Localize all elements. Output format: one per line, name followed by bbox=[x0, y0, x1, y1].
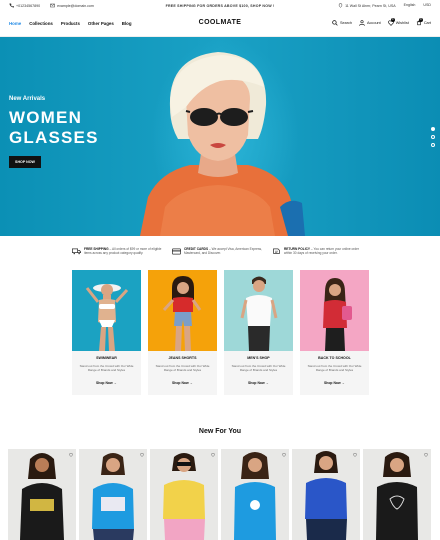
heart-icon[interactable] bbox=[353, 453, 357, 457]
hero-shop-now-button[interactable]: SHOP NOW bbox=[9, 156, 41, 168]
heart-icon[interactable] bbox=[140, 453, 144, 457]
category-photo-school bbox=[323, 278, 352, 351]
product-image bbox=[376, 452, 418, 540]
hero-model-image bbox=[140, 52, 305, 236]
cart-button[interactable]: 0 Cart bbox=[416, 18, 431, 26]
wishlist-button[interactable]: 0 Wishlist bbox=[387, 18, 409, 26]
language-select[interactable]: English bbox=[404, 3, 416, 8]
category-desc: Stand out from the Crowd with Our Wide R… bbox=[155, 364, 210, 372]
product-card[interactable] bbox=[292, 449, 360, 540]
product-card[interactable] bbox=[8, 449, 76, 540]
slider-dot-2[interactable] bbox=[431, 135, 435, 139]
category-image bbox=[224, 270, 293, 351]
category-name[interactable]: JEANS SHORTS bbox=[148, 356, 217, 360]
shop-now-label: Shop Now bbox=[324, 381, 341, 385]
category-shop-now-link[interactable]: Shop Now → bbox=[300, 381, 369, 385]
slider-dot-3[interactable] bbox=[431, 143, 435, 147]
feature-return-policy: RETURN POLICY – You can return your onli… bbox=[272, 247, 367, 256]
category-photo-men bbox=[240, 276, 278, 351]
feature-title: RETURN POLICY bbox=[284, 247, 311, 251]
category-name[interactable]: SWIMWEAR bbox=[72, 356, 141, 360]
heart-icon[interactable] bbox=[211, 453, 215, 457]
location-icon bbox=[338, 3, 343, 8]
wishlist-label: Wishlist bbox=[395, 21, 409, 25]
cart-count-badge: 0 bbox=[418, 18, 423, 22]
cart-label: Cart bbox=[423, 21, 431, 25]
top-bar: +01234567890 example@domain.com FREE SHI… bbox=[0, 0, 440, 12]
hero-banner[interactable]: New Arrivals WOMEN GLASSES SHOP NOW bbox=[0, 37, 440, 236]
category-photo-jeans bbox=[162, 276, 202, 351]
slider-dot-1[interactable] bbox=[431, 127, 435, 131]
category-card-swimwear[interactable]: SWIMWEAR Stand out from the Crowd with O… bbox=[72, 270, 141, 395]
user-icon bbox=[359, 20, 365, 26]
product-card[interactable] bbox=[150, 449, 218, 540]
slider-dots bbox=[431, 127, 435, 147]
heart-icon[interactable] bbox=[69, 453, 73, 457]
account-label: Account bbox=[367, 21, 381, 25]
feature-credit-cards: CREDIT CARDS – We accept Visa, American … bbox=[172, 247, 267, 256]
currency-select[interactable]: USD bbox=[423, 3, 431, 8]
product-card[interactable] bbox=[79, 449, 147, 540]
heart-icon[interactable] bbox=[424, 453, 428, 457]
category-image bbox=[300, 270, 369, 351]
wishlist-count-badge: 0 bbox=[390, 18, 395, 22]
hero-subtitle: New Arrivals bbox=[9, 96, 46, 102]
category-card-jeans-shorts[interactable]: JEANS SHORTS Stand out from the Crowd wi… bbox=[148, 270, 217, 395]
category-image bbox=[148, 270, 217, 351]
hero-title: WOMEN GLASSES bbox=[9, 108, 99, 147]
category-shop-now-link[interactable]: Shop Now → bbox=[72, 381, 141, 385]
shop-now-label: Shop Now bbox=[172, 381, 189, 385]
category-shop-now-link[interactable]: Shop Now → bbox=[148, 381, 217, 385]
search-icon bbox=[332, 20, 338, 26]
category-name[interactable]: BACK TO SCHOOL bbox=[300, 356, 369, 360]
shop-now-label: Shop Now bbox=[248, 381, 265, 385]
address-text: 11 Wall St Ahmr, Pearn St, USA bbox=[345, 3, 396, 8]
truck-icon bbox=[72, 248, 81, 255]
product-card[interactable] bbox=[363, 449, 431, 540]
category-card-mens-shop[interactable]: MEN'S SHOP Stand out from the Crowd with… bbox=[224, 270, 293, 395]
category-desc: Stand out from the Crowd with Our Wide R… bbox=[307, 364, 362, 372]
product-image bbox=[20, 453, 64, 540]
credit-card-icon bbox=[172, 248, 181, 255]
feature-title: FREE SHIPPING bbox=[84, 247, 109, 251]
store-address[interactable]: 11 Wall St Ahmr, Pearn St, USA bbox=[338, 3, 396, 8]
return-icon bbox=[273, 248, 280, 254]
product-image bbox=[305, 451, 347, 540]
product-image bbox=[234, 452, 276, 540]
account-button[interactable]: Account bbox=[359, 20, 381, 26]
main-header: Home Collections Products Other Pages Bl… bbox=[0, 12, 440, 37]
features-row: FREE SHIPPING – All orders of $99 or mor… bbox=[0, 247, 440, 261]
category-name[interactable]: MEN'S SHOP bbox=[224, 356, 293, 360]
shop-now-label: Shop Now bbox=[96, 381, 113, 385]
category-card-back-to-school[interactable]: BACK TO SCHOOL Stand out from the Crowd … bbox=[300, 270, 369, 395]
new-for-you-title: New For You bbox=[198, 428, 242, 435]
category-shop-now-link[interactable]: Shop Now → bbox=[224, 381, 293, 385]
search-label: Search bbox=[339, 21, 352, 25]
search-button[interactable]: Search bbox=[332, 20, 352, 26]
category-photo-swimwear bbox=[85, 284, 129, 351]
product-card[interactable] bbox=[221, 449, 289, 540]
product-image bbox=[163, 453, 205, 540]
category-desc: Stand out from the Crowd with Our Wide R… bbox=[79, 364, 134, 372]
product-image bbox=[92, 453, 134, 540]
category-image bbox=[72, 270, 141, 351]
category-desc: Stand out from the Crowd with Our Wide R… bbox=[231, 364, 286, 372]
feature-free-shipping: FREE SHIPPING – All orders of $99 or mor… bbox=[72, 247, 167, 256]
heart-icon[interactable] bbox=[282, 453, 286, 457]
feature-title: CREDIT CARDS bbox=[184, 247, 209, 251]
